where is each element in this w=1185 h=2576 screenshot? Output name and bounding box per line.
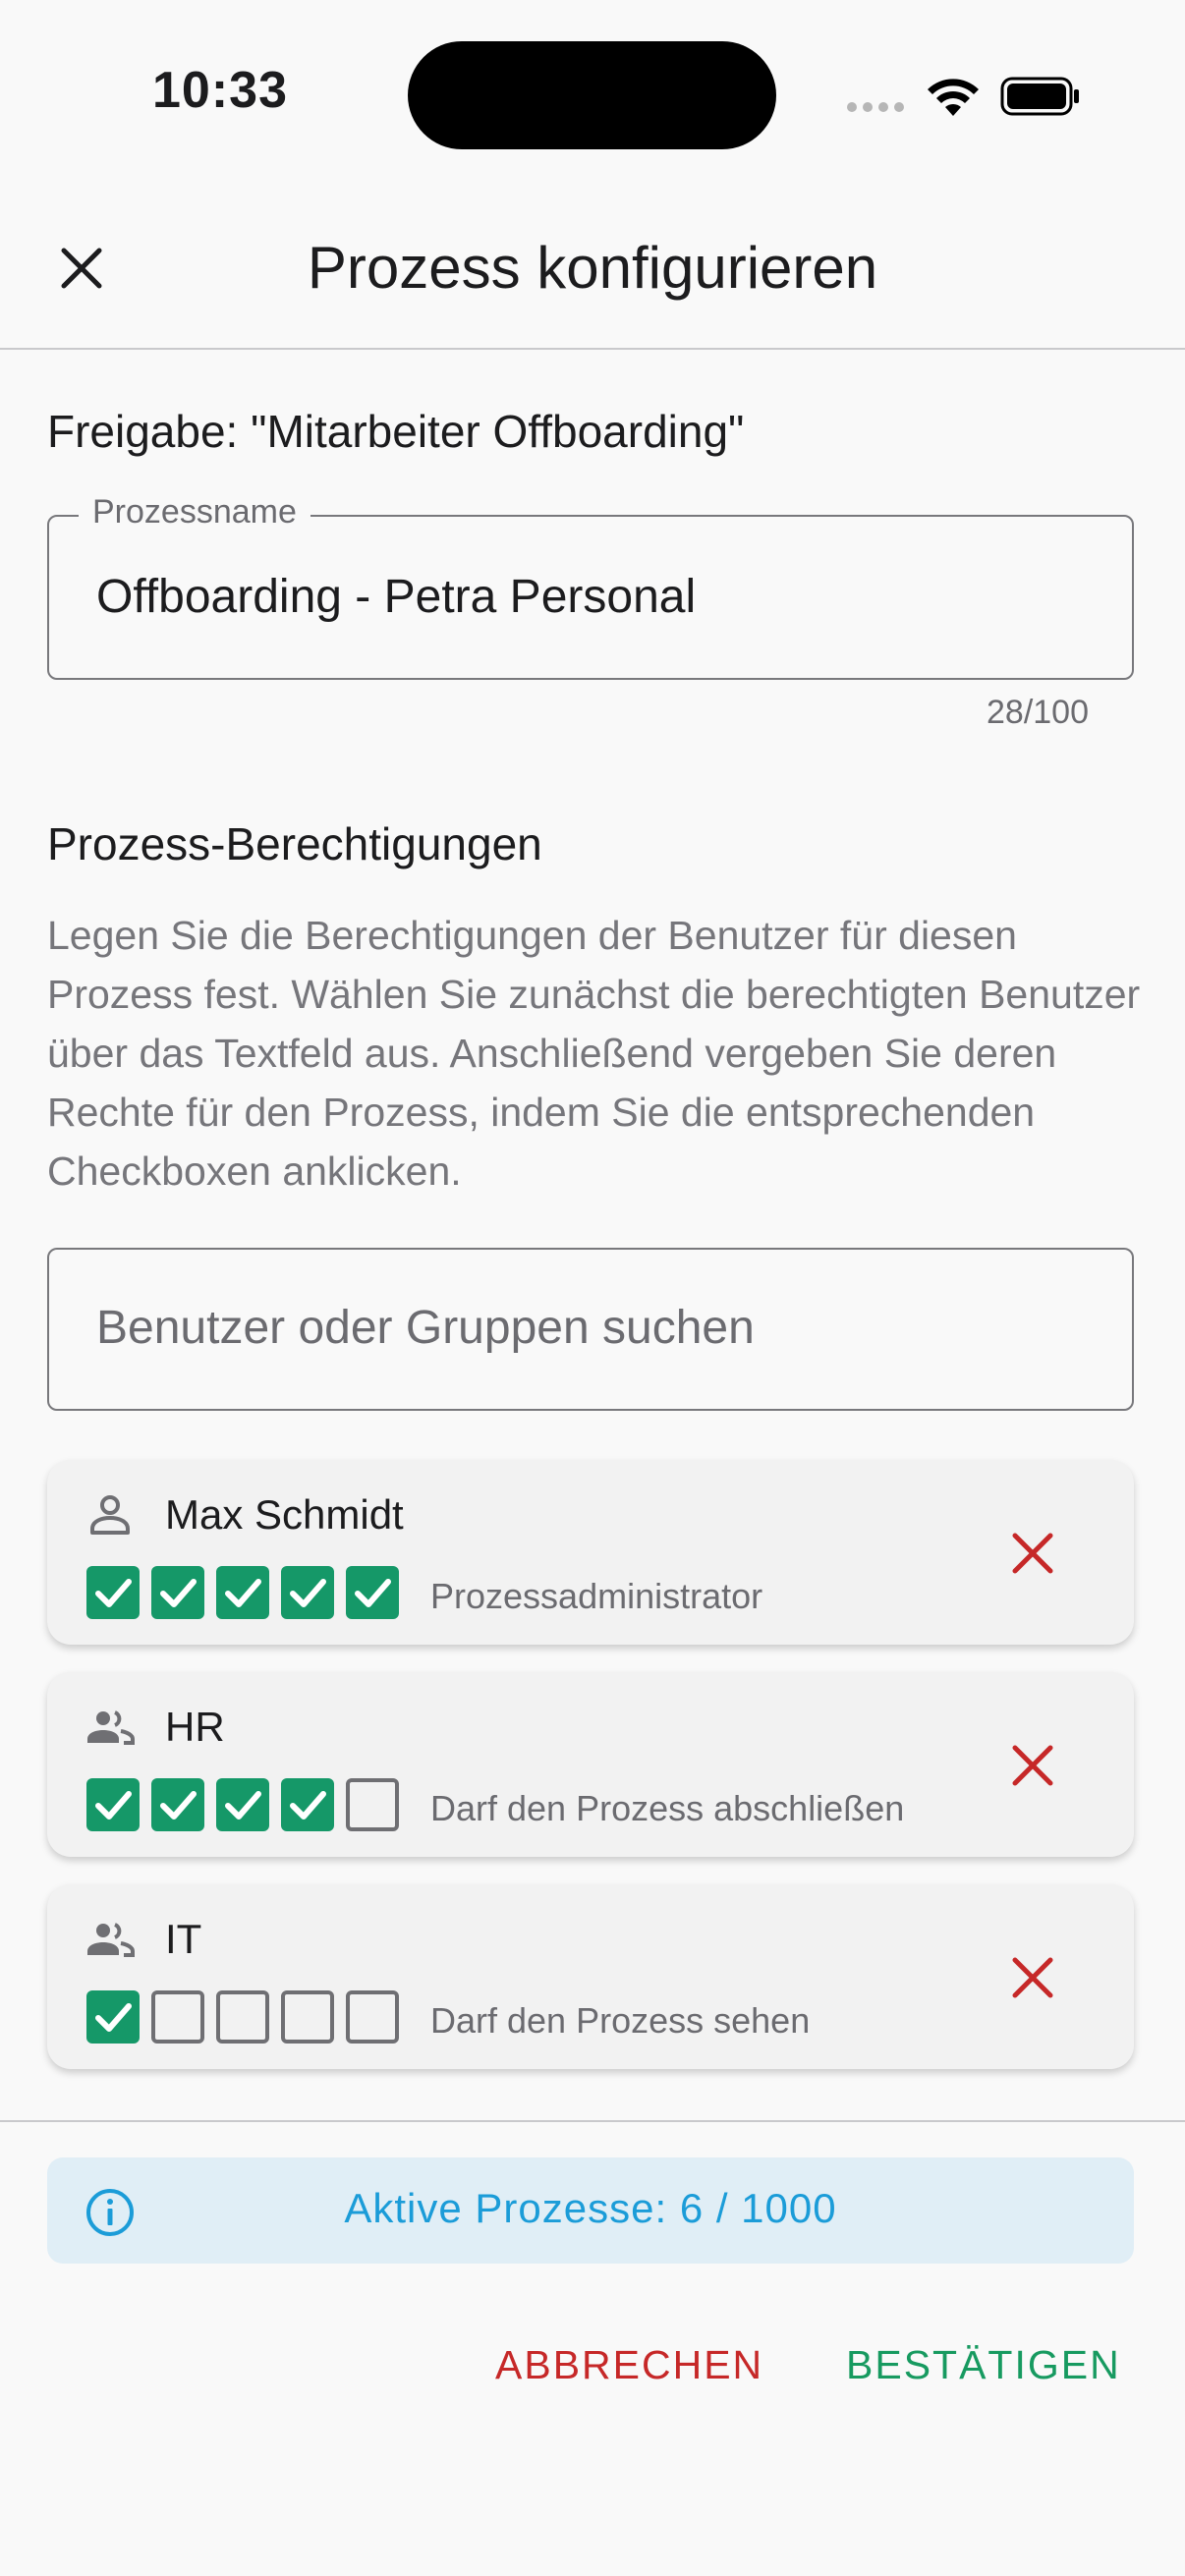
permission-role-label: Darf den Prozess sehen: [430, 2000, 811, 2041]
remove-entry-button[interactable]: [1008, 1741, 1057, 1790]
group-icon: [85, 1914, 136, 1965]
wifi-icon: [928, 79, 979, 116]
search-placeholder: Benutzer oder Gruppen suchen: [96, 1302, 755, 1354]
share-title: Freigabe: "Mitarbeiter Offboarding": [47, 406, 745, 457]
permissions-title: Prozess-Berechtigungen: [47, 818, 542, 869]
close-icon: [1012, 1533, 1053, 1574]
close-icon: [1012, 1957, 1053, 1998]
permission-role-label: Prozessadministrator: [430, 1576, 763, 1616]
process-name-field[interactable]: Prozessname Offboarding - Petra Personal: [47, 493, 1134, 680]
dynamic-island: [408, 41, 776, 149]
entry-name: IT: [165, 1916, 202, 1962]
cancel-button[interactable]: ABBRECHEN: [495, 2342, 763, 2388]
permission-checkbox-5[interactable]: [346, 1990, 399, 2044]
app-header: Prozess konfigurieren: [0, 196, 1185, 350]
permission-checkbox-3[interactable]: [216, 1566, 269, 1619]
person-icon: [85, 1489, 136, 1540]
permission-checkbox-5[interactable]: [346, 1778, 399, 1831]
permission-checkbox-4[interactable]: [281, 1566, 334, 1619]
info-banner: Aktive Prozesse: 6 / 1000: [47, 2157, 1134, 2264]
permission-entry: HR Darf den Prozess abschließen: [47, 1672, 1134, 1857]
close-icon: [1012, 1745, 1053, 1786]
permission-checkbox-2[interactable]: [151, 1566, 204, 1619]
permission-checkboxes: [86, 1566, 399, 1619]
permission-checkbox-5[interactable]: [346, 1566, 399, 1619]
status-time: 10:33: [152, 62, 288, 119]
permission-role-label: Darf den Prozess abschließen: [430, 1788, 905, 1828]
entry-name: HR: [165, 1704, 225, 1750]
active-processes-text: Aktive Prozesse: 6 / 1000: [344, 2185, 837, 2231]
group-icon: [85, 1702, 136, 1753]
permission-checkbox-1[interactable]: [86, 1778, 140, 1831]
status-bar: 10:33: [0, 0, 1185, 196]
process-name-label: Prozessname: [79, 493, 310, 532]
remove-entry-button[interactable]: [1008, 1953, 1057, 2002]
user-search-input[interactable]: Benutzer oder Gruppen suchen: [47, 1248, 1134, 1411]
permission-checkboxes: [86, 1990, 399, 2044]
character-counter: 28/100: [987, 694, 1089, 731]
permission-checkbox-1[interactable]: [86, 1566, 140, 1619]
page-title: Prozess konfigurieren: [307, 235, 878, 301]
cellular-signal-icon: [847, 102, 904, 112]
permission-checkbox-4[interactable]: [281, 1990, 334, 2044]
permission-checkbox-1[interactable]: [86, 1990, 140, 2044]
permission-checkbox-4[interactable]: [281, 1778, 334, 1831]
divider: [0, 2120, 1185, 2122]
process-name-value[interactable]: Offboarding - Petra Personal: [96, 570, 696, 624]
permission-checkbox-2[interactable]: [151, 1778, 204, 1831]
permission-checkboxes: [86, 1778, 399, 1831]
permission-checkbox-3[interactable]: [216, 1990, 269, 2044]
remove-entry-button[interactable]: [1008, 1529, 1057, 1578]
permission-checkbox-2[interactable]: [151, 1990, 204, 2044]
permission-checkbox-3[interactable]: [216, 1778, 269, 1831]
permission-entry: IT Darf den Prozess sehen: [47, 1884, 1134, 2069]
permissions-description: Legen Sie die Berechtigungen der Benutze…: [47, 913, 1141, 1194]
confirm-button[interactable]: BESTÄTIGEN: [846, 2342, 1121, 2388]
permission-entry: Max Schmidt Prozessadministrator: [47, 1460, 1134, 1645]
entry-name: Max Schmidt: [165, 1491, 404, 1538]
battery-icon: [1000, 77, 1079, 116]
